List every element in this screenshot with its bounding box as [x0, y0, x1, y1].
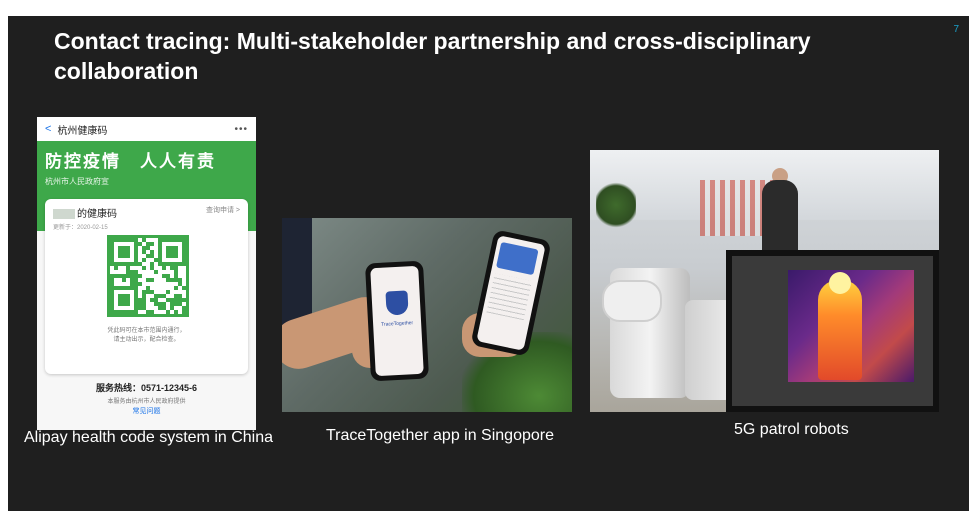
- tracetogether-brand: TraceTogether: [380, 320, 414, 328]
- slide: 7 Contact tracing: Multi-stakeholder par…: [8, 16, 969, 511]
- back-chevron-icon: <: [45, 123, 52, 135]
- app-header-graphic: [496, 241, 539, 276]
- thermal-face: [829, 272, 851, 294]
- person: [762, 180, 798, 250]
- plant: [596, 180, 636, 230]
- alipay-slogan: 防控疫情 人人有责: [45, 152, 216, 171]
- update-date: 更新于：2020-02-15: [53, 225, 108, 231]
- tracetogether-screen: TraceTogether: [370, 265, 424, 377]
- qr-code-icon: [107, 235, 189, 317]
- monitor-screen: [732, 256, 933, 406]
- tracetogether-shield-icon: [385, 290, 409, 316]
- alipay-health-code-image: < 杭州健康码 ••• 防控疫情 人人有责 杭州市人民政府宣 的健康码 查询申请…: [37, 117, 256, 430]
- service-hotline: 服务热线：0571-12345-6: [95, 383, 198, 393]
- health-code-title: 的健康码: [53, 205, 117, 220]
- health-code-note: 凭此码可在本市范围内通行， 请主动出示，配合检查。: [107, 328, 186, 343]
- phone-left: TraceTogether: [364, 260, 430, 382]
- slide-title: Contact tracing: Multi-stakeholder partn…: [54, 28, 811, 84]
- patrol-robots-photo: [590, 150, 939, 412]
- redacted-name: [53, 209, 75, 220]
- more-dots-icon: •••: [234, 123, 248, 135]
- thermal-monitor: [726, 250, 939, 412]
- apply-link: 查询申请 >: [205, 207, 240, 214]
- faq-link: 常见问题: [132, 408, 161, 415]
- robot-camera-icon: [602, 280, 662, 322]
- alipay-government: 杭州市人民政府宣: [45, 177, 109, 186]
- robots-caption: 5G patrol robots: [734, 421, 849, 438]
- health-code-card: 的健康码 查询申请 > 更新于：2020-02-15 凭此码可在本市范围内通行，…: [45, 199, 248, 374]
- alipay-topbar: < 杭州健康码 •••: [37, 117, 256, 141]
- tracetogether-photo: TraceTogether: [282, 218, 572, 412]
- alipay-app-title: 杭州健康码: [57, 125, 108, 137]
- alipay-caption: Alipay health code system in China: [24, 429, 274, 446]
- tracetogether-caption: TraceTogether app in Singopore: [326, 427, 554, 444]
- app-text-lines: [486, 273, 532, 321]
- service-provider: 本服务由杭州市人民政府提供: [107, 399, 186, 405]
- thermal-person: [818, 280, 862, 380]
- page-number: 7: [953, 24, 959, 35]
